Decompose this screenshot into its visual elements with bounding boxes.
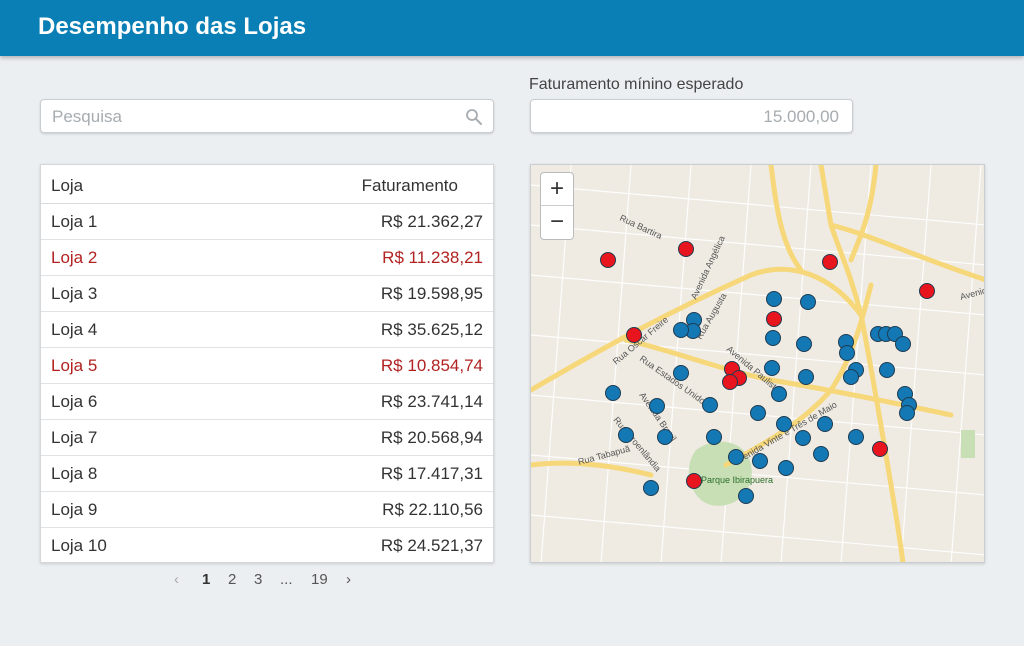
table-row[interactable]: Loja 7 R$ 20.568,94 — [41, 420, 493, 456]
zoom-in-button[interactable]: + — [541, 173, 573, 206]
avenue-network — [531, 165, 984, 562]
store-marker-below-target[interactable] — [600, 252, 616, 268]
zoom-control: + − — [540, 172, 574, 240]
store-name: Loja 2 — [51, 248, 98, 267]
store-marker[interactable] — [728, 449, 744, 465]
store-revenue: R$ 19.598,95 — [380, 284, 483, 303]
store-marker[interactable] — [649, 398, 665, 414]
table-header: Loja Faturamento — [41, 165, 493, 204]
store-marker[interactable] — [771, 386, 787, 402]
store-revenue: R$ 23.741,14 — [380, 392, 483, 411]
street-label: Rua Bartira — [618, 213, 663, 241]
store-name: Loja 6 — [51, 392, 98, 411]
store-name: Loja 10 — [51, 536, 107, 555]
prev-page-button[interactable]: ‹ — [174, 571, 179, 588]
store-marker-below-target[interactable] — [722, 374, 738, 390]
column-header-revenue[interactable]: Faturamento — [362, 176, 458, 196]
revenue-filter-box[interactable] — [530, 99, 853, 133]
store-marker[interactable] — [706, 429, 722, 445]
table-row[interactable]: Loja 1 R$ 21.362,27 — [41, 204, 493, 240]
store-marker[interactable] — [750, 405, 766, 421]
store-marker-below-target[interactable] — [626, 327, 642, 343]
store-marker[interactable] — [879, 362, 895, 378]
app-title: Desempenho das Lojas — [38, 13, 307, 40]
revenue-filter-label: Faturamento mínino esperado — [529, 76, 744, 93]
table-row[interactable]: Loja 3 R$ 19.598,95 — [41, 276, 493, 312]
store-marker[interactable] — [752, 453, 768, 469]
search-icon[interactable] — [465, 108, 483, 126]
store-marker[interactable] — [796, 336, 812, 352]
page-link[interactable]: 19 — [311, 571, 328, 588]
store-marker-below-target[interactable] — [678, 241, 694, 257]
store-revenue: R$ 22.110,56 — [382, 500, 483, 519]
store-marker[interactable] — [657, 429, 673, 445]
store-marker[interactable] — [776, 416, 792, 432]
store-marker[interactable] — [899, 405, 915, 421]
store-name: Loja 7 — [51, 428, 98, 447]
store-marker[interactable] — [738, 488, 754, 504]
table-row[interactable]: Loja 10 R$ 24.521,37 — [41, 528, 493, 564]
store-revenue: R$ 20.568,94 — [380, 428, 483, 447]
store-marker[interactable] — [778, 460, 794, 476]
store-name: Loja 1 — [51, 212, 98, 231]
store-marker-below-target[interactable] — [822, 254, 838, 270]
page-link[interactable]: 2 — [228, 571, 236, 588]
store-marker[interactable] — [673, 322, 689, 338]
store-marker[interactable] — [618, 427, 634, 443]
store-revenue: R$ 24.521,37 — [380, 536, 483, 555]
map-canvas[interactable]: Rua Bartira Avenida Angélica Rua Augusta… — [531, 165, 985, 563]
next-page-button[interactable]: › — [346, 571, 351, 588]
table-row[interactable]: Loja 6 R$ 23.741,14 — [41, 384, 493, 420]
table-row[interactable]: Loja 8 R$ 17.417,31 — [41, 456, 493, 492]
store-marker[interactable] — [843, 369, 859, 385]
store-marker-below-target[interactable] — [919, 283, 935, 299]
store-marker-below-target[interactable] — [686, 473, 702, 489]
page-ellipsis: ... — [280, 571, 293, 588]
store-marker-below-target[interactable] — [872, 441, 888, 457]
search-box[interactable] — [40, 99, 494, 133]
store-name: Loja 4 — [51, 320, 98, 339]
store-marker[interactable] — [605, 385, 621, 401]
store-marker[interactable] — [702, 397, 718, 413]
park-label: Parque Ibirapuera — [701, 475, 773, 485]
stores-table: Loja Faturamento Loja 1 R$ 21.362,27 Loja… — [40, 164, 494, 563]
revenue-filter-input[interactable] — [541, 106, 839, 128]
table-row[interactable]: Loja 4 R$ 35.625,12 — [41, 312, 493, 348]
store-revenue: R$ 10.854,74 — [380, 356, 483, 375]
store-marker[interactable] — [798, 369, 814, 385]
store-name: Loja 9 — [51, 500, 98, 519]
store-revenue: R$ 21.362,27 — [380, 212, 483, 231]
store-marker[interactable] — [839, 345, 855, 361]
store-name: Loja 8 — [51, 464, 98, 483]
store-marker[interactable] — [817, 416, 833, 432]
page-link-current[interactable]: 1 — [202, 571, 210, 588]
store-marker-below-target[interactable] — [766, 311, 782, 327]
table-row[interactable]: Loja 9 R$ 22.110,56 — [41, 492, 493, 528]
app-header: Desempenho das Lojas — [0, 0, 1024, 56]
street-grid — [531, 165, 984, 562]
store-marker[interactable] — [643, 480, 659, 496]
store-marker[interactable] — [848, 429, 864, 445]
column-header-store[interactable]: Loja — [51, 176, 83, 196]
store-name: Loja 5 — [51, 356, 98, 375]
store-name: Loja 3 — [51, 284, 98, 303]
store-marker[interactable] — [765, 330, 781, 346]
store-marker[interactable] — [764, 360, 780, 376]
store-marker[interactable] — [795, 430, 811, 446]
store-revenue: R$ 17.417,31 — [380, 464, 483, 483]
store-marker[interactable] — [813, 446, 829, 462]
park-area — [961, 430, 975, 458]
zoom-out-button[interactable]: − — [541, 206, 573, 239]
store-marker[interactable] — [673, 365, 689, 381]
store-marker[interactable] — [800, 294, 816, 310]
store-revenue: R$ 35.625,12 — [380, 320, 483, 339]
store-revenue: R$ 11.238,21 — [382, 248, 483, 267]
table-row[interactable]: Loja 2 R$ 11.238,21 — [41, 240, 493, 276]
store-marker[interactable] — [895, 336, 911, 352]
page-link[interactable]: 3 — [254, 571, 262, 588]
search-input[interactable] — [52, 106, 452, 128]
store-marker[interactable] — [766, 291, 782, 307]
table-row[interactable]: Loja 5 R$ 10.854,74 — [41, 348, 493, 384]
stores-map[interactable]: Rua Bartira Avenida Angélica Rua Augusta… — [530, 164, 985, 563]
